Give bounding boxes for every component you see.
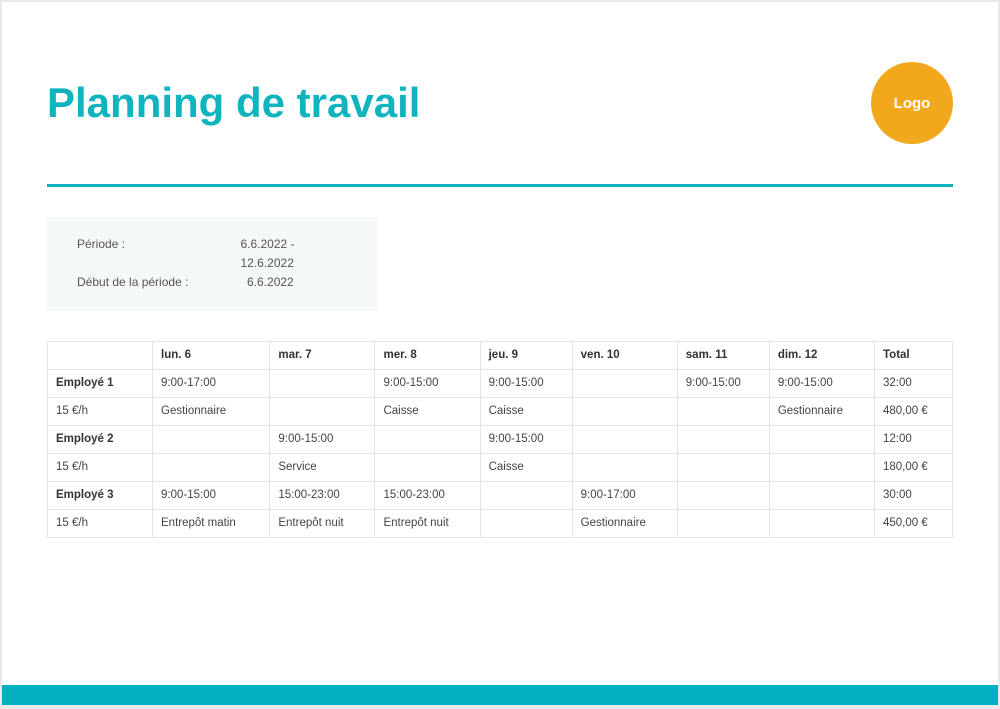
task-cell <box>480 509 572 537</box>
th-empty <box>48 341 153 369</box>
time-cell: 12:00 <box>875 425 953 453</box>
time-cell <box>572 425 677 453</box>
time-cell <box>270 369 375 397</box>
table-row: Employé 2 9:00-15:00 9:00-15:00 12:00 <box>48 425 953 453</box>
task-cell <box>769 453 874 481</box>
time-cell: 32:00 <box>875 369 953 397</box>
th-mon: lun. 6 <box>153 341 270 369</box>
th-fri: ven. 10 <box>572 341 677 369</box>
time-cell <box>153 425 270 453</box>
task-cell <box>153 453 270 481</box>
period-label: Période : <box>77 235 240 273</box>
task-cell: Gestionnaire <box>153 397 270 425</box>
employee-name: Employé 1 <box>48 369 153 397</box>
start-value: 6.6.2022 <box>247 273 294 292</box>
task-cell: Caisse <box>480 453 572 481</box>
task-cell: 450,00 € <box>875 509 953 537</box>
task-cell: Entrepôt nuit <box>375 509 480 537</box>
th-sat: sam. 11 <box>677 341 769 369</box>
task-cell <box>677 453 769 481</box>
time-cell: 9:00-17:00 <box>572 481 677 509</box>
th-thu: jeu. 9 <box>480 341 572 369</box>
table-row: 15 €/hGestionnaireCaisseCaisseGestionnai… <box>48 397 953 425</box>
time-cell: 30:00 <box>875 481 953 509</box>
employee-name: Employé 2 <box>48 425 153 453</box>
footer-bar <box>2 685 998 705</box>
time-cell: 9:00-15:00 <box>153 481 270 509</box>
task-cell <box>677 397 769 425</box>
time-cell: 9:00-15:00 <box>270 425 375 453</box>
th-wed: mer. 8 <box>375 341 480 369</box>
table-row: Employé 19:00-17:009:00-15:009:00-15:009… <box>48 369 953 397</box>
task-cell <box>270 397 375 425</box>
employee-name: Employé 3 <box>48 481 153 509</box>
task-cell: 180,00 € <box>875 453 953 481</box>
content: Planning de travail Logo Période : 6.6.2… <box>2 2 998 538</box>
page: Planning de travail Logo Période : 6.6.2… <box>2 2 998 705</box>
time-cell <box>769 481 874 509</box>
task-cell <box>572 453 677 481</box>
task-cell <box>677 509 769 537</box>
task-cell: Service <box>270 453 375 481</box>
time-cell <box>375 425 480 453</box>
time-cell: 9:00-15:00 <box>480 425 572 453</box>
time-cell <box>480 481 572 509</box>
schedule-table-wrap: lun. 6 mar. 7 mer. 8 jeu. 9 ven. 10 sam.… <box>47 341 953 538</box>
start-label: Début de la période : <box>77 273 247 292</box>
employee-rate: 15 €/h <box>48 509 153 537</box>
employee-rate: 15 €/h <box>48 453 153 481</box>
time-cell: 9:00-17:00 <box>153 369 270 397</box>
employee-rate: 15 €/h <box>48 397 153 425</box>
schedule-table: lun. 6 mar. 7 mer. 8 jeu. 9 ven. 10 sam.… <box>47 341 953 538</box>
info-box: Période : 6.6.2022 - 12.6.2022 Début de … <box>47 217 377 311</box>
task-cell <box>375 453 480 481</box>
task-cell: Gestionnaire <box>572 509 677 537</box>
time-cell <box>769 425 874 453</box>
time-cell <box>677 425 769 453</box>
info-row-period: Période : 6.6.2022 - 12.6.2022 <box>77 235 347 273</box>
task-cell: Entrepôt matin <box>153 509 270 537</box>
table-header-row: lun. 6 mar. 7 mer. 8 jeu. 9 ven. 10 sam.… <box>48 341 953 369</box>
time-cell <box>572 369 677 397</box>
task-cell: Gestionnaire <box>769 397 874 425</box>
table-row: 15 €/hEntrepôt matinEntrepôt nuitEntrepô… <box>48 509 953 537</box>
task-cell: Caisse <box>480 397 572 425</box>
th-total: Total <box>875 341 953 369</box>
th-sun: dim. 12 <box>769 341 874 369</box>
task-cell: 480,00 € <box>875 397 953 425</box>
task-cell <box>769 509 874 537</box>
task-cell: Caisse <box>375 397 480 425</box>
divider <box>47 184 953 187</box>
page-title: Planning de travail <box>47 79 420 127</box>
info-row-start: Début de la période : 6.6.2022 <box>77 273 347 292</box>
time-cell: 9:00-15:00 <box>677 369 769 397</box>
time-cell: 15:00-23:00 <box>375 481 480 509</box>
task-cell: Entrepôt nuit <box>270 509 375 537</box>
task-cell <box>572 397 677 425</box>
table-row: 15 €/h Service Caisse 180,00 € <box>48 453 953 481</box>
header: Planning de travail Logo <box>47 62 953 144</box>
table-row: Employé 39:00-15:0015:00-23:0015:00-23:0… <box>48 481 953 509</box>
th-tue: mar. 7 <box>270 341 375 369</box>
logo-placeholder: Logo <box>871 62 953 144</box>
time-cell: 9:00-15:00 <box>480 369 572 397</box>
time-cell: 9:00-15:00 <box>769 369 874 397</box>
time-cell <box>677 481 769 509</box>
table-body: Employé 19:00-17:009:00-15:009:00-15:009… <box>48 369 953 537</box>
time-cell: 15:00-23:00 <box>270 481 375 509</box>
time-cell: 9:00-15:00 <box>375 369 480 397</box>
period-value: 6.6.2022 - 12.6.2022 <box>240 235 347 273</box>
